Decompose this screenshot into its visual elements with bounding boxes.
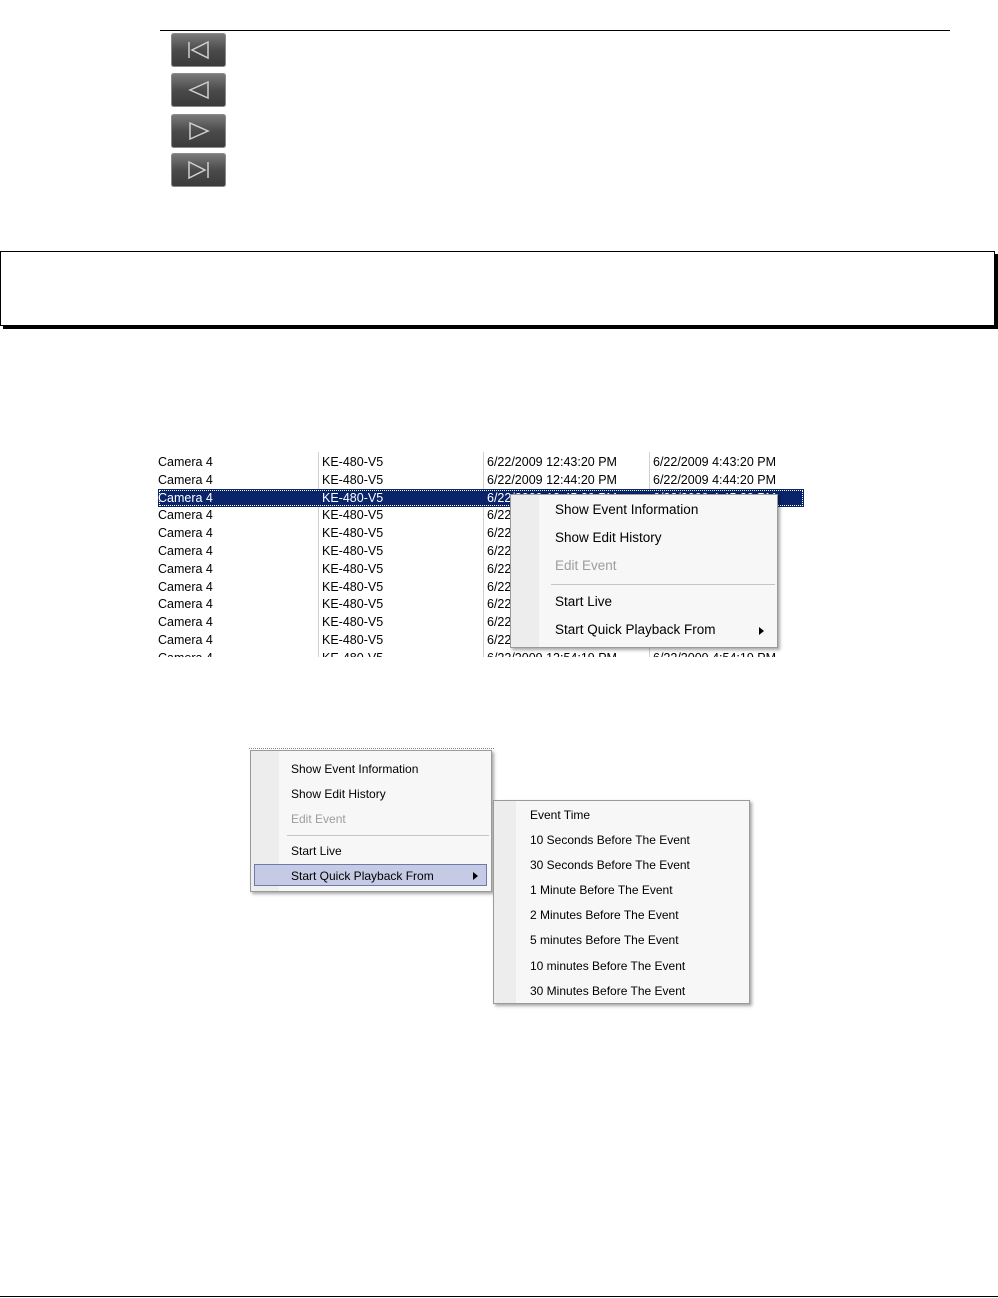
next-icon [189, 121, 210, 141]
table-cell: 6/22/2009 12:44:20 PM [487, 472, 617, 487]
menu-item-show-event-information[interactable]: Show Event Information [291, 762, 418, 776]
event-context-menu-expanded: Show Event Information Show Edit History… [250, 750, 492, 892]
table-cell: KE-480-V5 [322, 597, 384, 612]
table-cell: 6/22/2009 12:54:19 PM [487, 649, 617, 657]
table-cell: KE-480-V5 [322, 649, 383, 657]
table-cell: 6/22 [487, 615, 512, 630]
menu-item-show-edit-history[interactable]: Show Edit History [291, 787, 386, 801]
footer-rule [0, 1296, 998, 1297]
table-cell: 6/22 [487, 579, 512, 594]
note-box [0, 251, 995, 326]
table-cell: KE-480-V5 [322, 544, 384, 558]
table-cell: KE-480-V5 [322, 526, 384, 541]
submenu-item[interactable]: 2 Minutes Before The Event [530, 908, 679, 922]
previous-button[interactable] [171, 73, 226, 107]
submenu-item[interactable]: 5 minutes Before The Event [530, 933, 679, 947]
table-cell: 6/22 [487, 526, 512, 541]
menu-item-show-event-information[interactable]: Show Event Information [555, 502, 698, 517]
table-cell: Camera 4 [158, 649, 213, 657]
menu-item-start-quick-playback-from[interactable]: Start Quick Playback From [555, 622, 716, 637]
table-cell: Camera 4 [158, 615, 213, 630]
submenu-item[interactable]: Event Time [530, 808, 590, 822]
table-cell: KE-480-V5 [322, 579, 384, 594]
table-row[interactable]: Camera 4 KE-480-V5 6/22/2009 12:43:20 PM 6/… [158, 453, 804, 471]
skip-to-start-button[interactable] [171, 33, 226, 67]
quick-playback-submenu: Event Time 10 Seconds Before The Event 3… [493, 800, 750, 1004]
submenu-item[interactable]: 10 Seconds Before The Event [530, 833, 690, 847]
menu-separator [287, 835, 489, 836]
previous-icon [188, 80, 209, 100]
table-cell: KE-480-V5 [322, 561, 384, 576]
submenu-item[interactable]: 1 Minute Before The Event [530, 883, 673, 897]
table-row[interactable]: Camera 4 KE-480-V5 6/22/2009 12:54:19 PM 6/… [158, 649, 804, 657]
menu-item-start-quick-playback-from[interactable]: Start Quick Playback From [291, 869, 434, 883]
submenu-arrow-icon [473, 872, 478, 880]
skip-to-end-button[interactable] [171, 153, 226, 187]
table-cell: 6/22/2009 4:54:19 PM [653, 649, 776, 657]
submenu-arrow-icon [759, 627, 764, 635]
table-row[interactable]: Camera 4 KE-480-V5 6/22/2009 12:44:20 PM 6/… [158, 471, 804, 489]
table-cell: 6/22 [487, 633, 512, 647]
table-cell: Camera 4 [158, 455, 213, 469]
skip-to-start-icon [188, 40, 209, 60]
table-cell: 6/22 [487, 508, 512, 523]
menu-item-start-live[interactable]: Start Live [555, 594, 612, 609]
menu-item-show-edit-history[interactable]: Show Edit History [555, 530, 662, 545]
event-context-menu: Show Event Information Show Edit History… [510, 494, 778, 648]
table-cell: KE-480-V5 [322, 455, 384, 469]
table-cell: Camera 4 [158, 526, 213, 541]
submenu-item[interactable]: 30 Seconds Before The Event [530, 858, 690, 872]
menu-item-edit-event: Edit Event [555, 558, 617, 573]
table-cell: Camera 4 [158, 561, 213, 576]
table-cell: Camera 4 [158, 508, 213, 523]
table-cell: 6/22/2009 12:43:20 PM [487, 455, 617, 469]
table-cell: KE-480-V5 [322, 615, 384, 630]
menu-separator [551, 584, 775, 585]
submenu-item[interactable]: 10 minutes Before The Event [530, 959, 685, 973]
table-cell: Camera 4 [158, 633, 213, 647]
table-cell: Camera 4 [158, 579, 213, 594]
table-cell: Camera 4 [158, 472, 213, 487]
table-cell: 6/22 [487, 561, 512, 576]
table-cell: KE-480-V5 [322, 472, 384, 487]
header-rule [160, 30, 950, 31]
skip-to-end-icon [188, 160, 209, 180]
next-button[interactable] [171, 114, 226, 148]
table-cell: KE-480-V5 [322, 633, 384, 647]
table-cell: Camera 4 [158, 490, 213, 505]
menu-item-edit-event: Edit Event [291, 812, 346, 826]
menu-gutter [511, 495, 539, 647]
table-cell: 6/22 [487, 544, 512, 558]
menu-gutter [494, 801, 516, 1003]
table-cell: 6/22/2009 4:44:20 PM [653, 472, 777, 487]
table-cell: Camera 4 [158, 544, 213, 558]
table-cell: Camera 4 [158, 597, 213, 612]
table-cell: 6/22 [487, 597, 512, 612]
submenu-item[interactable]: 30 Minutes Before The Event [530, 984, 685, 998]
table-cell: 6/22/2009 4:43:20 PM [653, 455, 777, 469]
menu-item-start-live[interactable]: Start Live [291, 844, 342, 858]
table-cell: KE-480-V5 [322, 490, 384, 505]
table-cell: KE-480-V5 [322, 508, 384, 523]
